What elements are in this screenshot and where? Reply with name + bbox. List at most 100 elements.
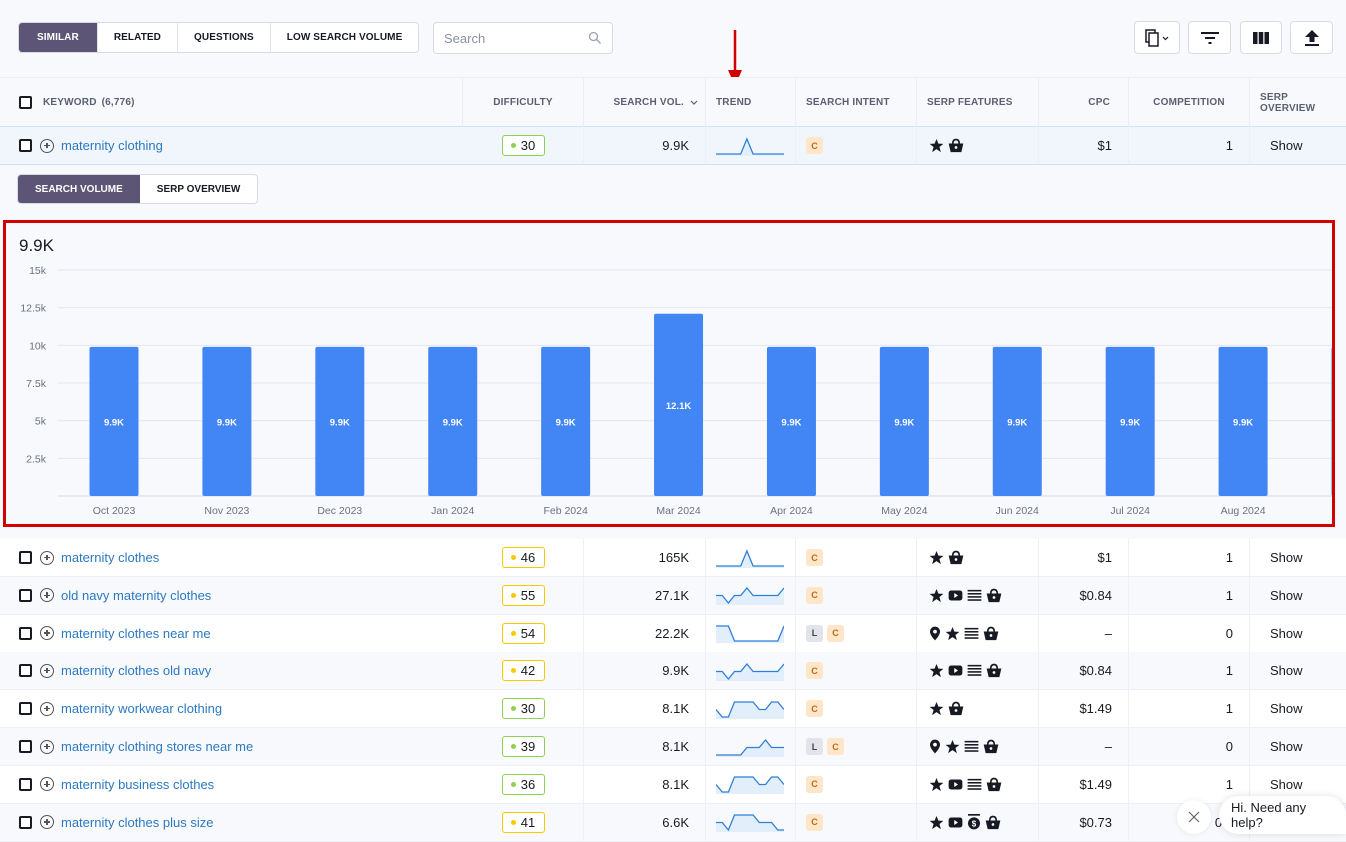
detail-tabs: SEARCH VOLUME SERP OVERVIEW <box>17 174 259 204</box>
header-search-intent[interactable]: SEARCH INTENT <box>796 78 917 127</box>
serp-features-cell <box>917 652 1039 690</box>
chat-bubble[interactable]: Hi. Need any help? <box>1219 796 1346 834</box>
keyword-link[interactable]: maternity business clothes <box>61 777 214 792</box>
row-checkbox[interactable] <box>19 626 32 640</box>
keyword-link[interactable]: maternity clothing <box>61 138 163 153</box>
expand-plus-icon[interactable] <box>40 739 54 754</box>
keyword-link[interactable]: maternity clothes <box>61 550 159 565</box>
keyword-link[interactable]: old navy maternity clothes <box>61 588 211 603</box>
header-keyword: KEYWORD (6,776) <box>0 78 463 127</box>
expand-plus-icon[interactable] <box>40 777 54 792</box>
search-input[interactable] <box>444 30 584 46</box>
cpc-cell: $1.49 <box>1039 690 1129 728</box>
bar-value-label: 9.9K <box>330 417 350 428</box>
table-row[interactable]: maternity clothes near me 54 22.2K LC – … <box>0 614 1346 653</box>
serp-show-link[interactable]: Show <box>1250 539 1346 576</box>
bar[interactable] <box>1331 347 1333 496</box>
serp-show-link[interactable]: Show <box>1250 690 1346 727</box>
header-competition[interactable]: COMPETITION <box>1129 78 1250 127</box>
tab-serp-overview[interactable]: SERP OVERVIEW <box>140 175 258 203</box>
intent-badge-c: C <box>806 662 823 680</box>
keyword-cell: maternity clothes near me <box>0 615 463 652</box>
expand-plus-icon[interactable] <box>40 588 54 603</box>
x-tick-label: Dec 2023 <box>317 505 362 517</box>
tab-similar[interactable]: SIMILAR <box>19 23 97 52</box>
serp-show-link[interactable]: Show <box>1250 615 1346 652</box>
table-row[interactable]: maternity clothing stores near me 39 8.1… <box>0 728 1346 766</box>
table-row[interactable]: old navy maternity clothes 55 27.1K C $0… <box>0 576 1346 615</box>
columns-button[interactable] <box>1240 21 1282 54</box>
tab-related[interactable]: RELATED <box>96 23 177 52</box>
intent-cell: C <box>796 539 917 576</box>
copy-button[interactable] <box>1134 21 1180 54</box>
serp-show-link[interactable]: Show <box>1250 127 1346 164</box>
star-icon <box>929 815 944 830</box>
tab-questions[interactable]: QUESTIONS <box>177 23 270 52</box>
keyword-link[interactable]: maternity clothing stores near me <box>61 739 253 754</box>
row-checkbox[interactable] <box>19 702 32 716</box>
expand-plus-icon[interactable] <box>40 701 54 716</box>
competition-cell: 1 <box>1129 539 1250 576</box>
table-row[interactable]: maternity clothes plus size 41 6.6K C $ … <box>0 803 1346 842</box>
row-checkbox[interactable] <box>19 551 32 564</box>
row-checkbox[interactable] <box>19 588 32 602</box>
header-difficulty[interactable]: DIFFICULTY <box>463 78 584 127</box>
expand-plus-icon[interactable] <box>40 138 54 153</box>
table-row[interactable]: maternity clothing 30 9.9K C $1 1 Show <box>0 127 1346 165</box>
header-search-vol[interactable]: SEARCH VOL. <box>584 78 706 127</box>
header-keyword-label[interactable]: KEYWORD <box>43 97 97 108</box>
intent-cell: LC <box>796 614 917 652</box>
table-row[interactable]: maternity business clothes 36 8.1K C $1.… <box>0 765 1346 804</box>
competition-cell: 1 <box>1129 127 1250 164</box>
expand-plus-icon[interactable] <box>40 663 54 678</box>
bar-value-label: 9.9K <box>894 417 914 428</box>
keyword-cell: maternity business clothes <box>0 766 463 803</box>
table-row[interactable]: maternity workwear clothing 30 8.1K C $1… <box>0 690 1346 729</box>
chat-close-button[interactable] <box>1177 800 1211 834</box>
volume-cell: 8.1K <box>584 765 706 803</box>
difficulty-value: 30 <box>520 701 536 717</box>
keyword-link[interactable]: maternity clothes old navy <box>61 663 211 678</box>
difficulty-dot-icon <box>510 819 516 825</box>
tab-low-search-volume[interactable]: LOW SEARCH VOLUME <box>269 23 419 52</box>
keyword-link[interactable]: maternity workwear clothing <box>61 701 222 716</box>
expand-plus-icon[interactable] <box>40 626 54 641</box>
expand-plus-icon[interactable] <box>40 550 54 565</box>
row-checkbox[interactable] <box>19 815 32 829</box>
tab-search-volume[interactable]: SEARCH VOLUME <box>18 175 140 203</box>
difficulty-value: 42 <box>520 663 536 679</box>
expand-plus-icon[interactable] <box>40 815 54 830</box>
difficulty-cell: 46 <box>463 539 584 576</box>
export-button[interactable] <box>1290 21 1333 54</box>
y-tick-label: 12.5k <box>20 303 46 315</box>
table-row[interactable]: maternity clothes 46 165K C $1 1 Show <box>0 539 1346 577</box>
serp-features-cell <box>917 127 1039 164</box>
filter-button[interactable] <box>1188 21 1231 54</box>
header-trend[interactable]: TREND <box>706 78 796 127</box>
serp-show-link[interactable]: Show <box>1250 652 1346 689</box>
star-icon <box>929 138 944 153</box>
shopping-icon <box>983 626 999 641</box>
keyword-link[interactable]: maternity clothes plus size <box>61 815 213 830</box>
keyword-link[interactable]: maternity clothes near me <box>61 626 211 641</box>
bar-value-label: 9.9K <box>443 417 463 428</box>
difficulty-dot-icon <box>510 143 516 148</box>
serp-show-link[interactable]: Show <box>1250 728 1346 765</box>
row-checkbox[interactable] <box>19 139 32 152</box>
search-icon[interactable] <box>588 31 602 45</box>
header-cpc[interactable]: CPC <box>1039 78 1129 127</box>
keyword-tabs: SIMILAR RELATED QUESTIONS LOW SEARCH VOL… <box>18 22 420 53</box>
cpc-cell: $1 <box>1039 127 1129 164</box>
difficulty-dot-icon <box>510 781 516 787</box>
select-all-checkbox[interactable] <box>19 96 32 109</box>
star-icon <box>929 550 944 565</box>
row-checkbox[interactable] <box>19 777 32 791</box>
row-checkbox[interactable] <box>19 740 32 753</box>
svg-text:$: $ <box>972 819 977 828</box>
table-row[interactable]: maternity clothes old navy 42 9.9K C $0.… <box>0 652 1346 691</box>
star-icon <box>929 663 944 678</box>
star-icon <box>945 739 960 754</box>
serp-show-link[interactable]: Show <box>1250 577 1346 614</box>
row-checkbox[interactable] <box>19 664 32 678</box>
header-serp-features[interactable]: SERP FEATURES <box>917 78 1039 127</box>
